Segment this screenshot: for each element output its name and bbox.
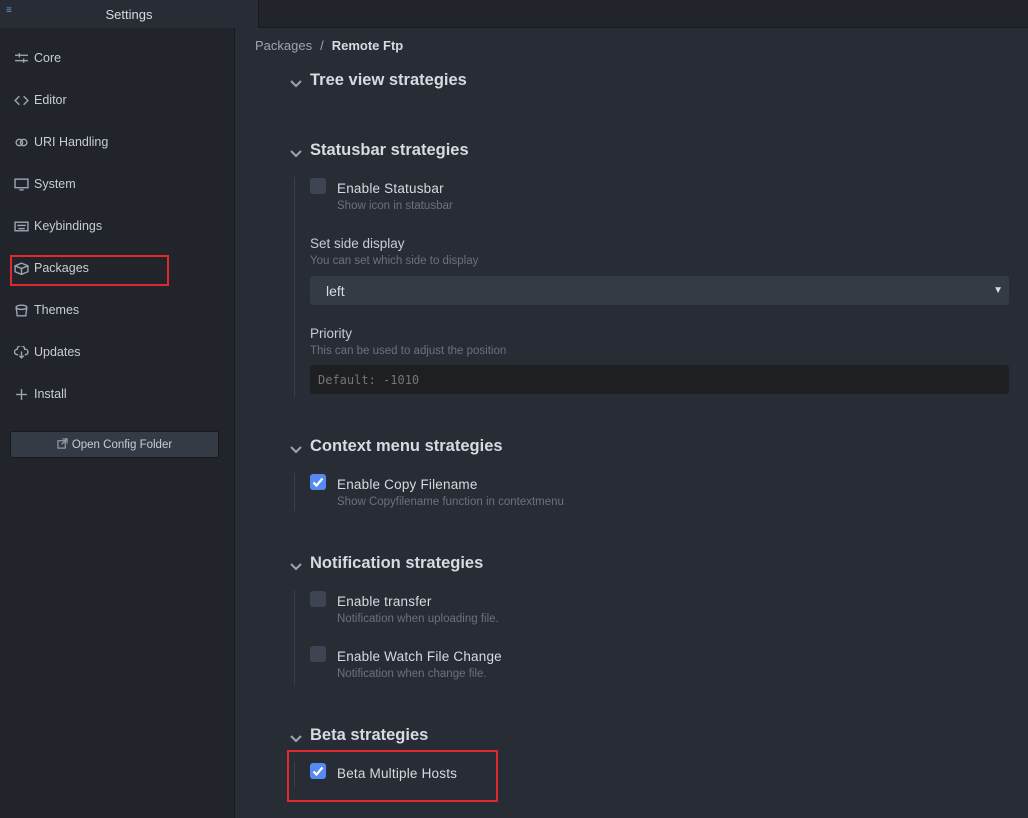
settings-tab-icon: ≡ <box>6 5 12 16</box>
enable-watch-file-change-description: Notification when change file. <box>337 668 487 680</box>
sidebar-item-editor[interactable]: Editor <box>12 87 67 113</box>
link-icon <box>12 135 30 149</box>
sidebar-item-keybindings[interactable]: Keybindings <box>12 213 102 239</box>
sidebar-item-updates[interactable]: Updates <box>12 339 81 365</box>
enable-statusbar-checkbox[interactable] <box>310 178 326 194</box>
enable-transfer-description: Notification when uploading file. <box>337 613 499 625</box>
breadcrumb-parent[interactable]: Packages <box>255 38 312 53</box>
section-indent-line <box>294 177 295 396</box>
sidebar-item-label: Themes <box>34 303 80 317</box>
breadcrumb-separator: / <box>320 38 324 53</box>
packages-highlight-annotation <box>10 255 169 286</box>
sidebar-item-label: System <box>34 177 76 191</box>
sidebar-item-core[interactable]: Core <box>12 45 61 71</box>
chevron-down-icon <box>290 441 302 453</box>
enable-statusbar-label: Enable Statusbar <box>337 181 444 196</box>
section-notification[interactable]: Notification strategies <box>288 554 483 573</box>
monitor-icon <box>12 177 30 191</box>
enable-transfer-label: Enable transfer <box>337 594 432 609</box>
section-title: Notification strategies <box>310 554 484 572</box>
enable-statusbar-description: Show icon in statusbar <box>337 200 453 212</box>
section-tree-view[interactable]: Tree view strategies <box>288 71 467 90</box>
section-title: Beta strategies <box>310 726 429 744</box>
sidebar-item-label: Updates <box>34 345 81 359</box>
chevron-down-icon <box>290 75 302 87</box>
sidebar-item-label: URI Handling <box>34 135 109 149</box>
enable-watch-file-change-label: Enable Watch File Change <box>337 649 502 664</box>
checkmark-icon <box>312 477 324 488</box>
enable-copy-filename-description: Show Copyfilename function in contextmen… <box>337 496 564 508</box>
paintcan-icon <box>12 303 30 317</box>
keyboard-icon <box>12 219 30 233</box>
beta-multiple-hosts-highlight-annotation <box>287 750 498 802</box>
chevron-down-icon <box>290 730 302 742</box>
settings-sidebar: Core Editor URI Handling System Keybindi… <box>0 28 235 818</box>
chevron-down-icon <box>290 558 302 570</box>
section-context-menu[interactable]: Context menu strategies <box>288 437 503 456</box>
settings-tab[interactable]: ≡ Settings <box>0 0 259 28</box>
side-display-description: You can set which side to display <box>310 255 479 267</box>
sidebar-item-label: Core <box>34 51 62 65</box>
code-icon <box>12 93 30 107</box>
sidebar-item-label: Keybindings <box>34 219 103 233</box>
tab-bar: ≡ Settings <box>0 0 1028 28</box>
cloud-download-icon <box>12 345 30 359</box>
breadcrumb: Packages / Remote Ftp <box>255 38 403 53</box>
enable-watch-file-change-checkbox[interactable] <box>310 646 326 662</box>
enable-transfer-checkbox[interactable] <box>310 591 326 607</box>
section-title: Tree view strategies <box>310 71 467 89</box>
chevron-down-icon <box>290 145 302 157</box>
plus-icon <box>12 387 30 401</box>
sidebar-item-label: Editor <box>34 93 67 107</box>
section-beta[interactable]: Beta strategies <box>288 726 428 745</box>
sidebar-item-uri-handling[interactable]: URI Handling <box>12 129 108 155</box>
section-indent-line <box>294 473 295 511</box>
sidebar-item-themes[interactable]: Themes <box>12 297 79 323</box>
enable-copy-filename-checkbox[interactable] <box>310 474 326 490</box>
priority-label: Priority <box>310 326 353 341</box>
sliders-icon <box>12 51 30 65</box>
priority-description: This can be used to adjust the position <box>310 345 507 357</box>
sidebar-item-install[interactable]: Install <box>12 381 67 407</box>
priority-input[interactable] <box>310 365 1009 394</box>
open-config-folder-label: Open Config Folder <box>71 438 173 451</box>
open-config-folder-button[interactable]: Open Config Folder <box>10 431 219 458</box>
enable-copy-filename-label: Enable Copy Filename <box>337 477 478 492</box>
section-title: Context menu strategies <box>310 437 503 455</box>
section-title: Statusbar strategies <box>310 141 469 159</box>
side-display-label: Set side display <box>310 236 405 251</box>
side-display-select[interactable]: left ▼ <box>310 276 1009 305</box>
section-indent-line <box>294 590 295 685</box>
breadcrumb-current: Remote Ftp <box>331 38 404 53</box>
external-link-icon <box>57 437 72 452</box>
side-display-value: left <box>326 282 345 299</box>
sidebar-item-system[interactable]: System <box>12 171 76 197</box>
settings-tab-label: Settings <box>105 6 153 22</box>
section-statusbar[interactable]: Statusbar strategies <box>288 141 469 160</box>
sidebar-item-label: Install <box>34 387 67 401</box>
dropdown-arrow-icon: ▼ <box>993 285 1003 296</box>
